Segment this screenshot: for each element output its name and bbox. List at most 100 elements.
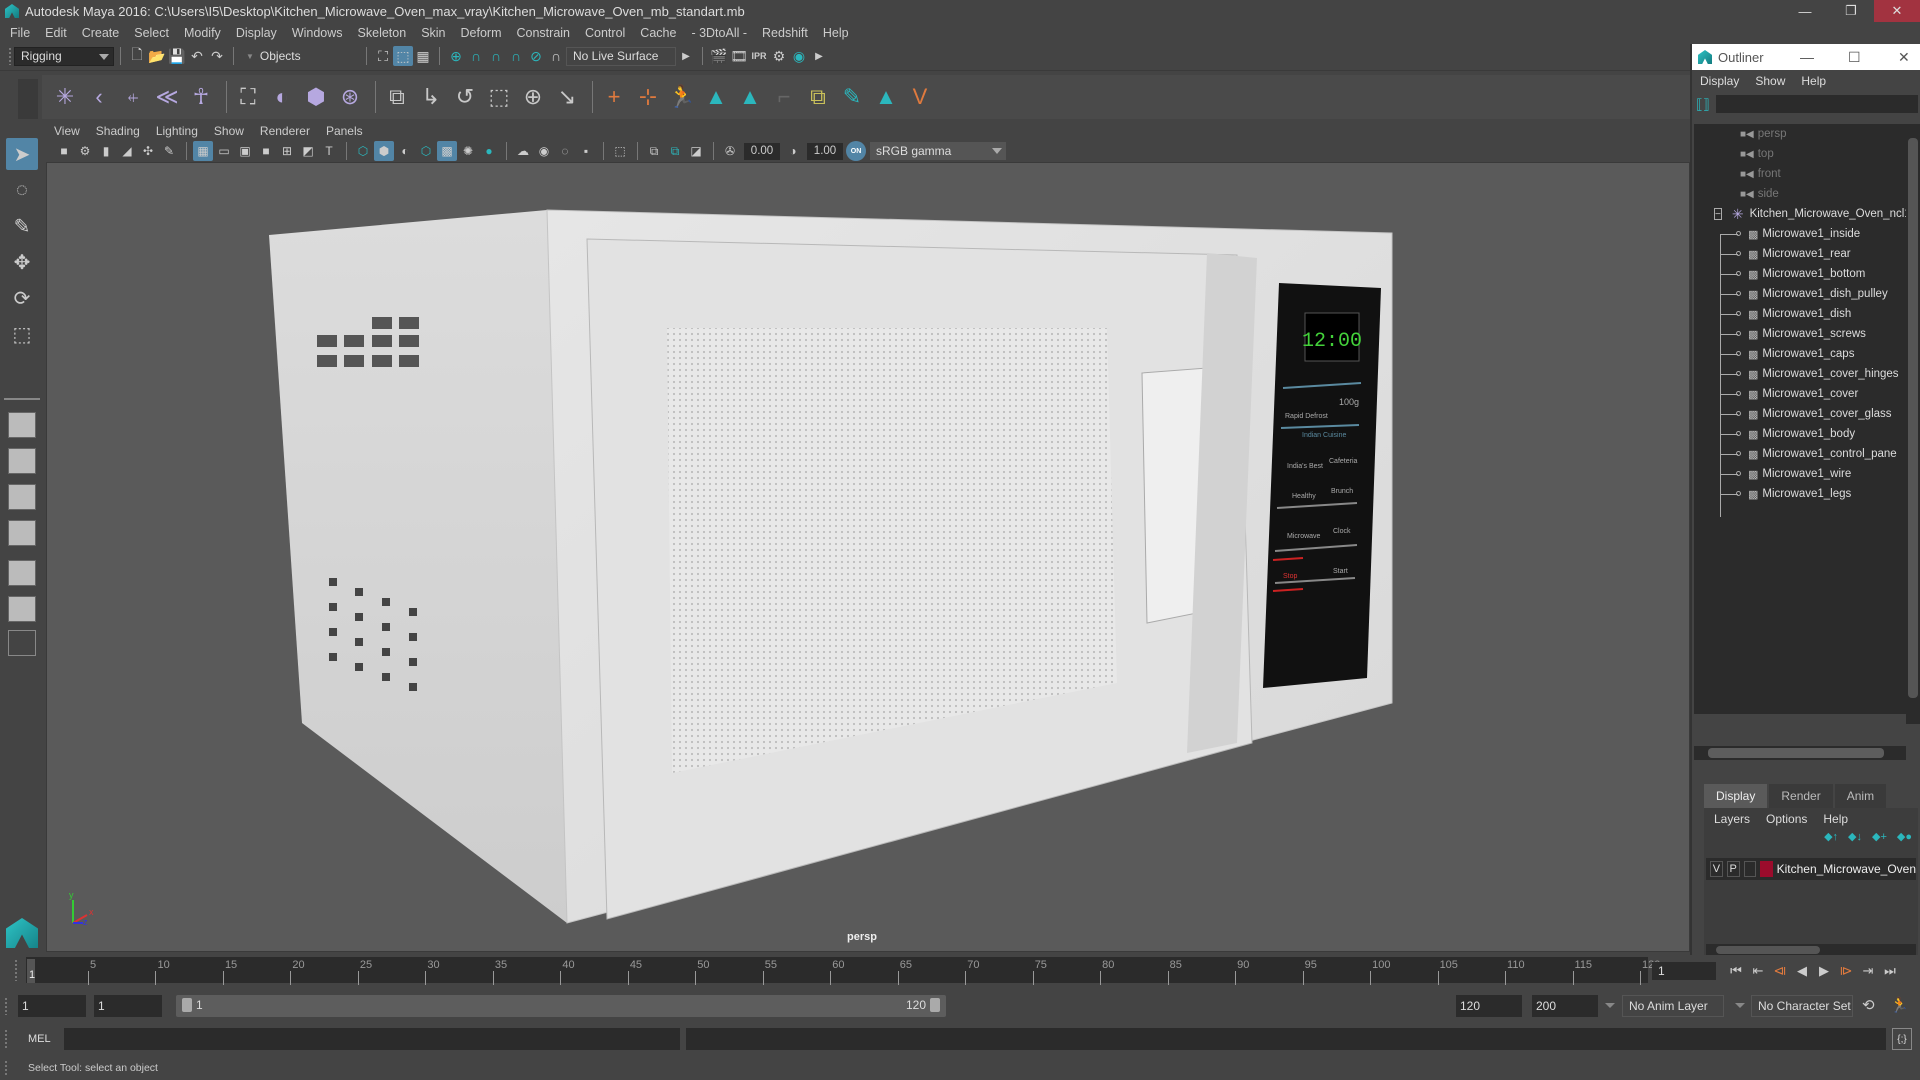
field-chart-icon[interactable]: ⊞ bbox=[277, 141, 297, 161]
safe-action-icon[interactable]: ◩ bbox=[298, 141, 318, 161]
save-scene-icon[interactable]: 💾 bbox=[167, 46, 187, 66]
snap-pivot-icon[interactable]: ∩ bbox=[546, 46, 566, 66]
layer-menu-layers[interactable]: Layers bbox=[1714, 812, 1750, 826]
expand-arrow-icon[interactable]: ▶ bbox=[676, 46, 696, 66]
layer-menu-help[interactable]: Help bbox=[1823, 812, 1848, 826]
outliner-item-mesh[interactable]: ▩ Microwave1_cover bbox=[1694, 384, 1906, 404]
outliner-item-mesh[interactable]: ▩ Microwave1_body bbox=[1694, 424, 1906, 444]
ipr-render-icon[interactable]: IPR bbox=[749, 46, 769, 66]
grip-handle[interactable] bbox=[8, 47, 12, 65]
gate-mask-icon[interactable]: ■ bbox=[256, 141, 276, 161]
textured-icon[interactable]: ▩ bbox=[437, 141, 457, 161]
bind-skin-icon[interactable]: ⛶ bbox=[233, 82, 263, 112]
outliner-item-mesh[interactable]: ▩ Microwave1_cover_glass bbox=[1694, 404, 1906, 424]
outliner-menu-display[interactable]: Display bbox=[1700, 74, 1739, 88]
outliner-item-mesh[interactable]: ▩ Microwave1_dish bbox=[1694, 304, 1906, 324]
point-constraint-icon[interactable]: ↳ bbox=[416, 82, 446, 112]
outliner-menu-show[interactable]: Show bbox=[1755, 74, 1785, 88]
filter-icon[interactable]: ⟦⟧ bbox=[1696, 96, 1710, 113]
outliner-item-mesh[interactable]: ▩ Microwave1_dish_pulley bbox=[1694, 284, 1906, 304]
locator-constraint-icon[interactable]: ⊹ bbox=[633, 82, 663, 112]
render-settings-icon[interactable]: ⚙ bbox=[769, 46, 789, 66]
auto-key-icon[interactable]: ⟲ bbox=[1862, 996, 1875, 1014]
exposure-field[interactable]: 0.00 bbox=[744, 142, 780, 160]
outliner-item-top[interactable]: ■◀ top bbox=[1694, 144, 1906, 164]
xray-icon[interactable]: ⬡ bbox=[416, 141, 436, 161]
time-slider-track[interactable]: 5 10 15 20 25 30 35 40 45 50 55 60 65 70 75 80 85 90 95 100… bbox=[26, 957, 1660, 985]
animation-preferences-icon[interactable]: 🏃 bbox=[1890, 996, 1909, 1014]
maya-script-2-icon[interactable]: ▲ bbox=[735, 82, 765, 112]
two-sided-lighting-icon[interactable]: ◪ bbox=[686, 141, 706, 161]
view-transform-dropdown[interactable]: sRGB gamma bbox=[870, 142, 1006, 160]
tab-render[interactable]: Render bbox=[1769, 784, 1833, 808]
outliner-item-mesh[interactable]: ▩ Microwave1_bottom bbox=[1694, 264, 1906, 284]
anim-end-field[interactable]: 200 bbox=[1532, 995, 1598, 1017]
outliner-item-mesh[interactable]: ▩ Microwave1_inside bbox=[1694, 224, 1906, 244]
hypershade-persp-layout-icon[interactable] bbox=[8, 560, 36, 586]
camera-attributes-icon[interactable]: ⚙ bbox=[75, 141, 95, 161]
script-editor-icon[interactable]: {;} bbox=[1892, 1028, 1912, 1050]
smooth-bind-icon[interactable]: ◐ bbox=[267, 82, 297, 112]
isolate-select-icon[interactable]: ⬚ bbox=[610, 141, 630, 161]
menu-skeleton[interactable]: Skeleton bbox=[358, 26, 407, 40]
new-empty-layer-icon[interactable]: ◆+ bbox=[1872, 830, 1887, 843]
menu-redshift[interactable]: Redshift bbox=[762, 26, 808, 40]
scrollbar-thumb[interactable] bbox=[1716, 946, 1820, 954]
paint-weights-icon[interactable]: ✎ bbox=[837, 82, 867, 112]
empty-slot-icon[interactable]: ⌐ bbox=[769, 82, 799, 112]
maya-script-icon[interactable]: ▲ bbox=[701, 82, 731, 112]
range-start-handle[interactable] bbox=[182, 998, 192, 1012]
render-frame-icon[interactable]: 🎞 bbox=[729, 46, 749, 66]
anti-aliasing-icon[interactable]: ◌ bbox=[555, 141, 575, 161]
lattice-icon[interactable]: ⬢ bbox=[301, 82, 331, 112]
camera-select-icon[interactable]: ■ bbox=[54, 141, 74, 161]
menu-select[interactable]: Select bbox=[134, 26, 169, 40]
grease-pencil-icon[interactable]: ✎ bbox=[159, 141, 179, 161]
menu-deform[interactable]: Deform bbox=[461, 26, 502, 40]
outliner-item-group[interactable]: − ✳ Kitchen_Microwave_Oven_ncl1 bbox=[1694, 204, 1906, 224]
shadows-icon[interactable]: ● bbox=[479, 141, 499, 161]
grip-handle[interactable] bbox=[4, 997, 8, 1015]
anim-layer-dropdown[interactable]: No Anim Layer bbox=[1622, 995, 1724, 1017]
new-layer-selected-icon[interactable]: ◆● bbox=[1897, 830, 1912, 843]
outliner-item-mesh[interactable]: ▩ Microwave1_caps bbox=[1694, 344, 1906, 364]
menu-help[interactable]: Help bbox=[823, 26, 849, 40]
menu-display[interactable]: Display bbox=[236, 26, 277, 40]
layer-color-swatch[interactable] bbox=[1760, 861, 1773, 877]
outliner-item-front[interactable]: ■◀ front bbox=[1694, 164, 1906, 184]
go-to-end-icon[interactable]: ⏭ bbox=[1879, 963, 1901, 979]
panel-menu-show[interactable]: Show bbox=[214, 124, 244, 138]
menu-set-dropdown[interactable]: Rigging bbox=[14, 46, 114, 66]
layer-row[interactable]: V P Kitchen_Microwave_Oven bbox=[1706, 858, 1916, 880]
xray-joints-icon[interactable]: ⧉ bbox=[644, 141, 664, 161]
menu-control[interactable]: Control bbox=[585, 26, 625, 40]
open-scene-icon[interactable]: 📂 bbox=[147, 46, 167, 66]
go-to-start-icon[interactable]: ⏮ bbox=[1725, 963, 1747, 979]
2d-pan-zoom-icon[interactable]: ✣ bbox=[138, 141, 158, 161]
menu-skin[interactable]: Skin bbox=[421, 26, 445, 40]
scrollbar-thumb[interactable] bbox=[1708, 748, 1884, 758]
joint-tool-icon[interactable]: ✳ bbox=[50, 82, 80, 112]
select-tool-icon[interactable]: ➤ bbox=[6, 138, 38, 170]
panel-menu-panels[interactable]: Panels bbox=[326, 124, 363, 138]
graph-persp-layout-icon[interactable] bbox=[8, 520, 36, 546]
select-component-icon[interactable]: ▦ bbox=[413, 46, 433, 66]
snap-point-icon[interactable]: ∩ bbox=[486, 46, 506, 66]
smooth-shade-icon[interactable]: ⬢ bbox=[374, 141, 394, 161]
panel-menu-view[interactable]: View bbox=[54, 124, 80, 138]
outliner-persp-layout-icon[interactable] bbox=[8, 484, 36, 510]
tab-display[interactable]: Display bbox=[1704, 784, 1768, 808]
outliner-item-side[interactable]: ■◀ side bbox=[1694, 184, 1906, 204]
xray-active-icon[interactable]: ⧉ bbox=[665, 141, 685, 161]
bookmark-icon[interactable]: ▮ bbox=[96, 141, 116, 161]
snap-grid-icon[interactable]: ⊕ bbox=[446, 46, 466, 66]
outliner-item-persp[interactable]: ■◀ persp bbox=[1694, 124, 1906, 144]
layer-playback-toggle[interactable]: P bbox=[1726, 861, 1740, 877]
panel-menu-shading[interactable]: Shading bbox=[96, 124, 140, 138]
outliner-minimize-button[interactable]: — bbox=[1800, 49, 1814, 65]
new-scene-icon[interactable]: 🗋 bbox=[127, 46, 147, 66]
menu-file[interactable]: File bbox=[10, 26, 30, 40]
time-slider[interactable]: 5 10 15 20 25 30 35 40 45 50 55 60 65 70 75 80 85 90 95 100… bbox=[0, 955, 1920, 985]
layer-display-type-toggle[interactable] bbox=[1743, 861, 1757, 877]
step-forward-frame-icon[interactable]: ⧐ bbox=[1835, 963, 1857, 979]
